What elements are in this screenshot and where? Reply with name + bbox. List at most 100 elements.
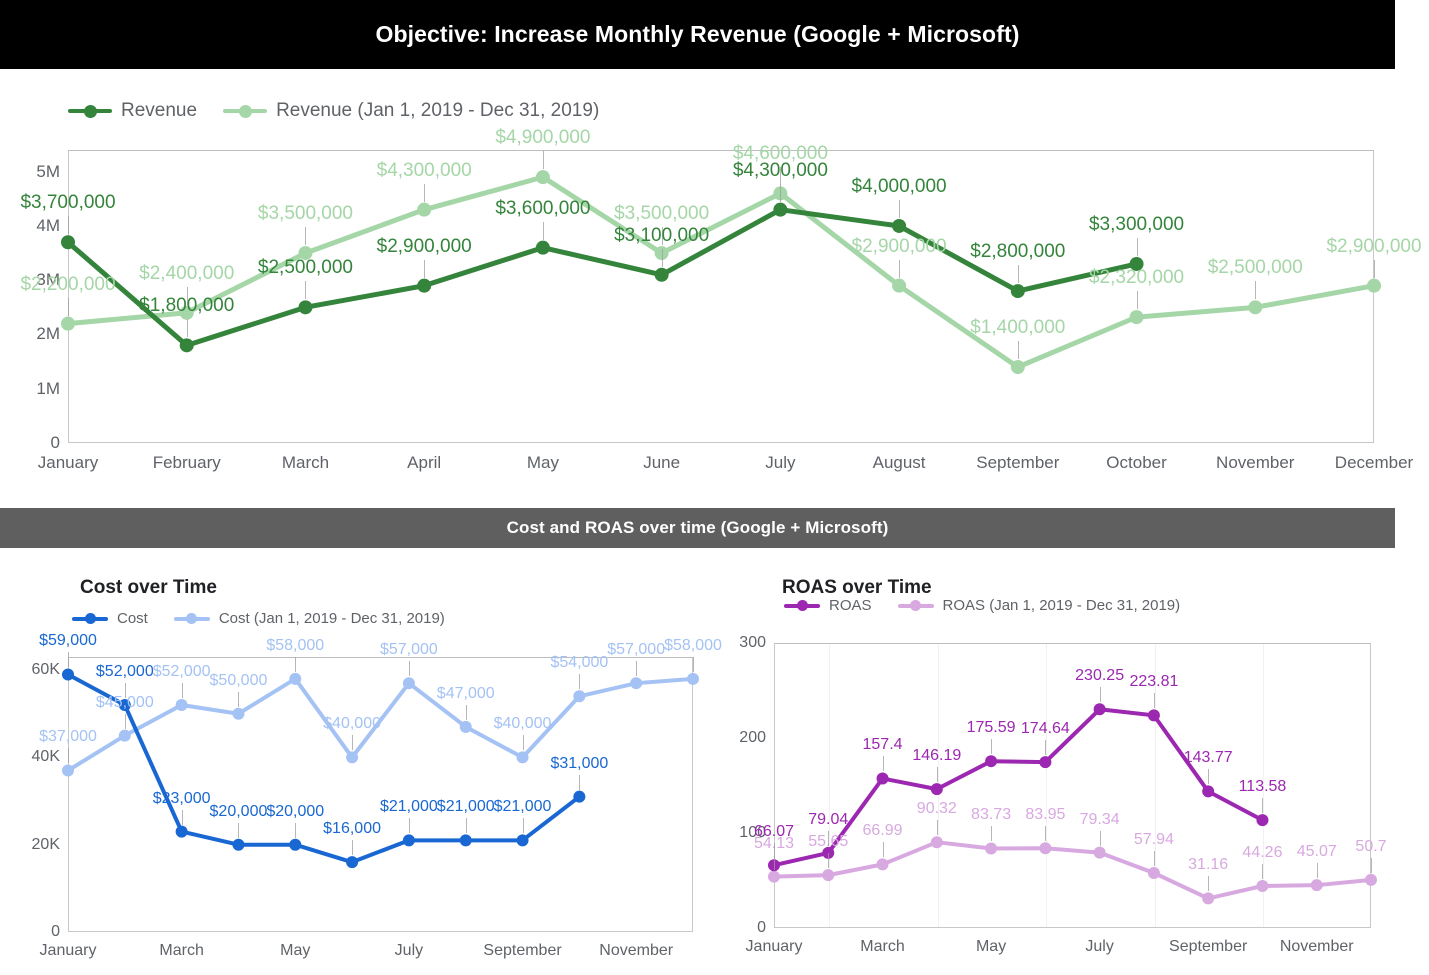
label-leader-line — [1017, 265, 1019, 284]
label-leader-line — [352, 840, 354, 856]
data-point[interactable] — [1129, 256, 1144, 271]
label-leader-line — [124, 683, 126, 699]
series-layer — [61, 170, 1381, 375]
series-line — [772, 707, 1265, 868]
label-leader-line — [542, 221, 544, 240]
series-layer — [768, 703, 1377, 905]
cost-chart: 0 20K 40K 60K January March May July September No… — [0, 632, 722, 975]
data-point[interactable] — [179, 338, 194, 353]
label-leader-line — [1208, 876, 1210, 892]
data-point[interactable] — [118, 699, 131, 712]
data-point[interactable] — [175, 699, 188, 712]
data-point[interactable] — [985, 842, 998, 855]
legend-item[interactable]: ROAS (Jan 1, 2019 - Dec 31, 2019) — [897, 597, 1181, 614]
data-point[interactable] — [459, 834, 472, 847]
data-point[interactable] — [417, 202, 432, 217]
data-point[interactable] — [1039, 756, 1052, 769]
legend-item[interactable]: Revenue (Jan 1, 2019 - Dec 31, 2019) — [223, 100, 599, 122]
data-point[interactable] — [1147, 709, 1160, 722]
label-leader-line — [774, 843, 775, 859]
data-point[interactable] — [459, 720, 472, 733]
data-point[interactable] — [232, 707, 245, 720]
data-point[interactable] — [118, 729, 131, 742]
data-point[interactable] — [1147, 866, 1160, 879]
data-point[interactable] — [1310, 879, 1323, 892]
data-point[interactable] — [289, 838, 302, 851]
data-point[interactable] — [1010, 360, 1025, 375]
label-leader-line — [1262, 798, 1264, 814]
data-point[interactable] — [535, 240, 550, 255]
data-point[interactable] — [892, 278, 907, 293]
data-point[interactable] — [516, 751, 529, 764]
label-leader-line — [1045, 826, 1047, 842]
data-point[interactable] — [535, 170, 550, 185]
data-point[interactable] — [402, 834, 415, 847]
legend-item[interactable]: ROAS — [784, 597, 872, 614]
data-point[interactable] — [773, 202, 788, 217]
data-point[interactable] — [1202, 785, 1215, 798]
data-point[interactable] — [1093, 703, 1106, 716]
label-leader-line — [1262, 863, 1264, 879]
legend-item[interactable]: Cost (Jan 1, 2019 - Dec 31, 2019) — [173, 610, 445, 627]
data-point[interactable] — [417, 278, 432, 293]
data-point[interactable] — [298, 246, 313, 261]
label-leader-line — [828, 830, 830, 846]
data-point[interactable] — [61, 316, 75, 331]
data-point[interactable] — [1367, 278, 1381, 293]
data-point[interactable] — [289, 672, 302, 685]
legend-item-label: ROAS (Jan 1, 2019 - Dec 31, 2019) — [942, 597, 1181, 614]
data-point[interactable] — [346, 856, 359, 869]
label-leader-line — [1371, 857, 1372, 873]
label-leader-line — [522, 818, 524, 834]
data-point[interactable] — [1248, 300, 1263, 315]
data-point[interactable] — [62, 668, 74, 681]
series-line — [65, 174, 1377, 370]
data-point[interactable] — [179, 305, 194, 320]
label-leader-line — [693, 656, 694, 672]
data-point[interactable] — [573, 690, 586, 703]
data-point[interactable] — [516, 834, 529, 847]
data-point[interactable] — [985, 755, 998, 768]
data-point[interactable] — [930, 836, 943, 849]
data-point[interactable] — [1010, 284, 1025, 299]
data-point[interactable] — [892, 218, 907, 233]
legend-item[interactable]: Cost — [72, 610, 148, 627]
data-point[interactable] — [573, 790, 586, 803]
data-point[interactable] — [1093, 846, 1106, 859]
data-point[interactable] — [1129, 310, 1144, 325]
data-point[interactable] — [768, 870, 780, 883]
data-point[interactable] — [822, 869, 835, 882]
data-point[interactable] — [687, 672, 699, 685]
label-leader-line — [238, 691, 240, 707]
data-point[interactable] — [630, 677, 643, 690]
roas-chart: 0 100 200 300 January March May July September No… — [720, 628, 1429, 975]
label-leader-line — [1153, 850, 1155, 866]
data-point[interactable] — [1256, 879, 1269, 892]
data-point[interactable] — [346, 751, 359, 764]
data-point[interactable] — [1202, 892, 1215, 905]
data-point[interactable] — [175, 825, 188, 838]
legend-item-label: Cost (Jan 1, 2019 - Dec 31, 2019) — [218, 610, 445, 627]
label-leader-line — [936, 767, 938, 783]
data-point[interactable] — [61, 235, 75, 250]
data-point[interactable] — [876, 858, 889, 871]
data-point[interactable] — [1039, 842, 1052, 855]
data-point[interactable] — [876, 772, 889, 785]
label-leader-line — [295, 822, 297, 838]
data-point[interactable] — [62, 764, 74, 777]
data-point[interactable] — [402, 677, 415, 690]
data-point[interactable] — [654, 267, 669, 282]
series-line — [66, 676, 695, 773]
label-leader-line — [991, 739, 993, 755]
label-leader-line — [305, 227, 307, 246]
data-point[interactable] — [1365, 873, 1377, 886]
data-point[interactable] — [232, 838, 245, 851]
data-point[interactable] — [298, 300, 313, 315]
data-point[interactable] — [1256, 814, 1269, 827]
label-leader-line — [305, 281, 307, 300]
cost-chart-legend: Cost Cost (Jan 1, 2019 - Dec 31, 2019) — [72, 610, 471, 627]
label-leader-line — [124, 713, 126, 729]
legend-item[interactable]: Revenue — [68, 100, 197, 122]
label-leader-line — [295, 656, 297, 672]
data-point[interactable] — [930, 783, 943, 796]
